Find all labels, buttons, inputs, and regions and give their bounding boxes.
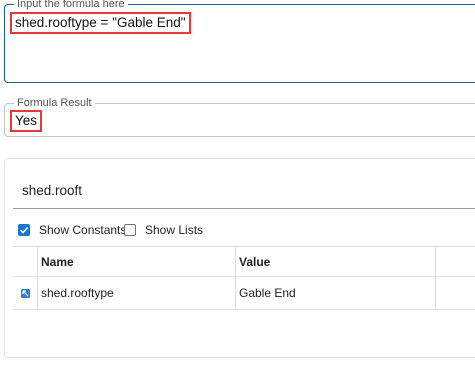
show-constants-label: Show Constants (39, 223, 127, 237)
formula-input-legend: Input the formula here (14, 0, 128, 11)
table-header-row: Name Value (13, 246, 475, 277)
table-row[interactable]: shed.rooftype Gable End (13, 277, 475, 310)
row-value-cell: Gable End (236, 277, 436, 309)
variable-search-input[interactable] (13, 173, 475, 209)
variable-icon (20, 288, 30, 298)
row-icon-cell (13, 277, 38, 309)
show-lists-label: Show Lists (145, 223, 204, 237)
formula-input-field[interactable]: Input the formula here shed.rooftype = "… (4, 0, 475, 83)
formula-result-legend: Formula Result (14, 96, 95, 110)
variables-panel: Show Constants Show Lists Name Value she… (4, 158, 475, 358)
show-constants-checkbox[interactable]: Show Constants (18, 223, 126, 237)
header-icon-cell (13, 247, 38, 276)
column-header-name[interactable]: Name (38, 247, 236, 276)
variables-table: Name Value shed.rooftype Gable End (13, 246, 475, 310)
checkbox-checked-icon[interactable] (18, 224, 30, 236)
formula-input-value[interactable]: shed.rooftype = "Gable End" (10, 12, 191, 34)
column-header-value[interactable]: Value (236, 247, 436, 276)
formula-result-value: Yes (10, 110, 43, 132)
row-name-cell: shed.rooftype (38, 277, 236, 309)
formula-result-field: Formula Result Yes (4, 96, 475, 137)
row-extra-cell (436, 277, 475, 309)
show-lists-checkbox[interactable]: Show Lists (124, 223, 203, 237)
checkbox-unchecked-icon[interactable] (124, 224, 136, 236)
column-header-extra (436, 247, 475, 276)
